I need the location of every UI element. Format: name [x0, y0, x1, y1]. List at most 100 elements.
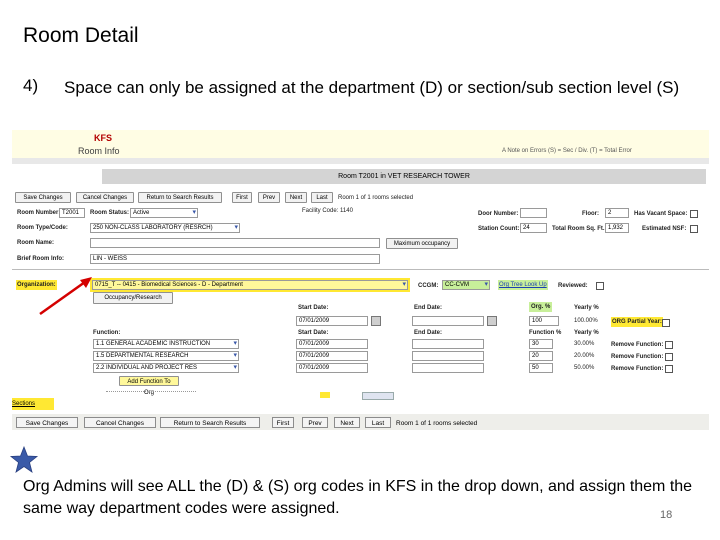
room-name-label: Room Name: [17, 240, 55, 246]
first-button[interactable]: First [272, 417, 294, 428]
function-select[interactable]: 1.5 DEPARTMENTAL RESEARCH [93, 351, 239, 361]
function-pct-field[interactable]: 50 [529, 363, 553, 373]
sections-link[interactable]: Sections [12, 398, 54, 410]
room-type-select[interactable]: 250 NON-CLASS LABORATORY (RESRCH) [90, 223, 240, 233]
function-pct-label: Function % [529, 330, 562, 336]
blue-star-icon [9, 446, 39, 473]
function-start-date[interactable]: 07/01/2009 [296, 351, 368, 361]
total-sqft-label: Total Room Sq. Ft.: [552, 226, 607, 232]
remove-function-label: Remove Function: [611, 342, 664, 348]
org-pct-field[interactable]: 100 [529, 316, 559, 326]
next-button[interactable]: Next [285, 192, 307, 203]
org-start-date-field[interactable]: 07/01/2009 [296, 316, 368, 326]
error-legend: A Note on Errors (S) = Sec / Div. (T) = … [502, 148, 632, 154]
room-type-label: Room Type/Code: [17, 225, 68, 231]
function-yearly-value: 50.00% [574, 365, 595, 371]
room-header-bar: Room T2001 in VET RESEARCH TOWER [102, 169, 706, 184]
footer-note: Org Admins will see ALL the (D) & (S) or… [23, 478, 693, 517]
function-end-date[interactable] [412, 351, 484, 361]
brief-info-field[interactable]: LIN - WEISS [90, 254, 380, 264]
estimated-nsf-checkbox[interactable] [690, 225, 698, 233]
record-count: Room 1 of 1 rooms selected [396, 420, 478, 427]
remove-function-checkbox[interactable] [665, 353, 673, 361]
end-date-label: End Date: [414, 305, 443, 311]
reviewed-label: Reviewed: [558, 283, 588, 289]
return-to-search-button[interactable]: Return to Search Results [160, 417, 260, 428]
cancel-changes-button[interactable]: Cancel Changes [76, 192, 134, 203]
yellow-mark [320, 392, 330, 398]
remove-function-checkbox[interactable] [665, 341, 673, 349]
save-changes-button[interactable]: Save Changes [15, 192, 71, 203]
function-end-date[interactable] [412, 363, 484, 373]
function-yearly-value: 20.00% [574, 353, 595, 359]
yearly-pct-label: Yearly % [574, 305, 599, 311]
function-start-date[interactable]: 07/01/2009 [296, 363, 368, 373]
vacant-space-label: Has Vacant Space: [634, 211, 688, 217]
reviewed-checkbox[interactable] [596, 282, 604, 290]
tab-occupancy-research[interactable]: Occupancy/Research [93, 292, 173, 304]
floor-field[interactable]: 2 [605, 208, 629, 218]
slide-title: Room Detail [23, 24, 139, 47]
function-end-date[interactable] [412, 339, 484, 349]
organization-select[interactable]: 0715_T -- 0415 - Biomedical Sciences - D… [92, 280, 408, 290]
room-number-label: Room Number: [17, 210, 61, 216]
org-end-date-field[interactable] [412, 316, 484, 326]
brief-info-label: Brief Room Info: [17, 256, 64, 262]
org-partial-year-checkbox[interactable] [662, 319, 670, 327]
org-partial-year-label: ORG Partial Year: [611, 317, 663, 327]
kfs-screenshot: KFS Room Info A Note on Errors (S) = Sec… [12, 130, 709, 430]
calendar-icon[interactable] [371, 316, 381, 326]
last-button[interactable]: Last [365, 417, 391, 428]
save-changes-button[interactable]: Save Changes [16, 417, 78, 428]
ccgm-label: CCGM: [418, 283, 439, 289]
divider [12, 269, 709, 270]
calendar-icon[interactable] [487, 316, 497, 326]
prev-button[interactable]: Prev [258, 192, 280, 203]
function-yearly-value: 30.00% [574, 341, 595, 347]
page-number: 18 [660, 509, 673, 521]
next-button[interactable]: Next [334, 417, 360, 428]
fn-end-date-label: End Date: [414, 330, 443, 336]
room-number-field[interactable]: T2001 [59, 208, 85, 218]
room-name-field[interactable] [90, 238, 380, 248]
function-select[interactable]: 2.2 INDIVIDUAL AND PROJECT RES [93, 363, 239, 373]
function-label: Function: [93, 330, 121, 336]
last-button[interactable]: Last [311, 192, 333, 203]
dotted-divider [106, 391, 196, 398]
estimated-nsf-label: Estimated NSF: [642, 226, 687, 232]
org-pct-label: Org. % [529, 302, 553, 312]
page-label: Room Info [78, 146, 120, 156]
fn-start-date-label: Start Date: [298, 330, 329, 336]
door-number-label: Door Number: [478, 211, 519, 217]
record-count: Room 1 of 1 rooms selected [338, 195, 414, 201]
point-number: 4) [23, 76, 39, 95]
header-strip [12, 158, 709, 164]
facility-code: Facility Code: 1140 [302, 208, 353, 214]
station-count-field[interactable]: 24 [520, 223, 547, 233]
function-start-date[interactable]: 07/01/2009 [296, 339, 368, 349]
ccgm-select[interactable]: CC-CVM [442, 280, 490, 290]
function-pct-field[interactable]: 30 [529, 339, 553, 349]
fn-yearly-pct-label: Yearly % [574, 330, 599, 336]
start-date-label: Start Date: [298, 305, 329, 311]
first-button[interactable]: First [232, 192, 252, 203]
function-select[interactable]: 1.1 GENERAL ACADEMIC INSTRUCTION [93, 339, 239, 349]
room-status-select[interactable]: Active [130, 208, 198, 218]
station-count-label: Station Count: [478, 226, 520, 232]
cancel-changes-button[interactable]: Cancel Changes [84, 417, 156, 428]
total-sqft-field[interactable]: 1,932 [605, 223, 629, 233]
remove-function-checkbox[interactable] [665, 365, 673, 373]
org-yearly-value: 100.00% [574, 318, 598, 324]
add-function-button[interactable]: Add Function To Org [119, 376, 179, 396]
remove-function-label: Remove Function: [611, 354, 664, 360]
prev-button[interactable]: Prev [302, 417, 328, 428]
function-pct-field[interactable]: 20 [529, 351, 553, 361]
door-number-field[interactable] [520, 208, 547, 218]
org-tree-link[interactable]: Org Tree Look Up [498, 280, 548, 290]
return-to-search-button[interactable]: Return to Search Results [138, 192, 222, 203]
vacant-space-checkbox[interactable] [690, 210, 698, 218]
max-occupancy-button[interactable]: Maximum occupancy [386, 238, 458, 249]
room-status-label: Room Status: [90, 210, 129, 216]
scroll-tab[interactable] [362, 392, 394, 400]
remove-function-label: Remove Function: [611, 366, 664, 372]
